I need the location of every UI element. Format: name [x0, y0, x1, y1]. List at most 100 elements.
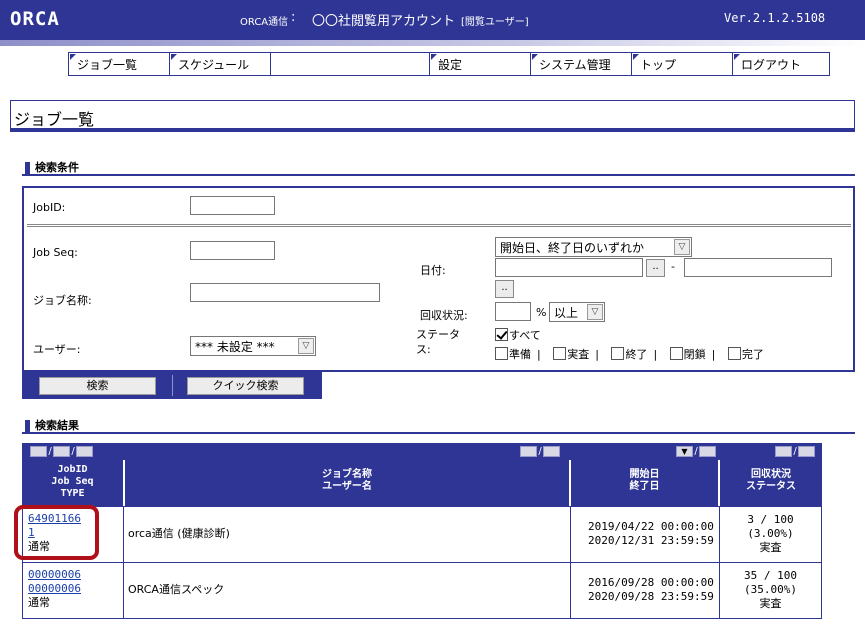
nav-top[interactable]: トップ: [632, 53, 733, 75]
date-range-dash: -: [671, 260, 675, 273]
jobid-link[interactable]: 00000006: [28, 568, 123, 582]
user-select[interactable]: *** 未設定 *** ▽: [190, 336, 316, 356]
status-ended-checkbox[interactable]: [611, 347, 625, 360]
status-complete-checkbox[interactable]: [727, 347, 741, 360]
nav-label: 設定: [438, 58, 463, 72]
search-form: JobID: Job Seq: ジョブ名称: ユーザー: *** 未設定 ***…: [22, 186, 855, 372]
col-header-status: 回収状況 ステータス: [720, 460, 822, 506]
tab-corner-icon: [734, 54, 740, 60]
tab-corner-icon: [633, 54, 639, 60]
status-separator: |: [537, 348, 541, 361]
table-row-1-name: orca通信 (健康診断): [123, 506, 571, 563]
status-all-checkbox[interactable]: [495, 328, 508, 341]
start-datetime: 2016/09/28 00:00:00: [588, 576, 714, 589]
jobid-label: JobID:: [33, 201, 66, 214]
nav-schedule[interactable]: スケジュール: [170, 53, 271, 75]
jobname-input[interactable]: [190, 283, 380, 302]
status-prep-checkbox[interactable]: [495, 347, 508, 360]
col-header-id: JobID Job Seq TYPE: [22, 460, 123, 506]
sort-start-button[interactable]: ▼: [676, 446, 693, 457]
date-from-picker-button[interactable]: ..: [646, 259, 665, 277]
app-header: ORCA ORCA通信 : 〇〇社閲覧用アカウント [閲覧ユーザー] Ver.2…: [0, 0, 865, 46]
start-datetime: 2019/04/22 00:00:00: [588, 520, 714, 533]
jobseq-label: Job Seq:: [33, 246, 78, 259]
collect-rate: (35.00%): [744, 583, 797, 596]
nav-label: システム管理: [539, 58, 611, 72]
status-separator: |: [653, 348, 658, 361]
collect-mode-select[interactable]: 以上 ▽: [549, 302, 605, 322]
status-closed-checkbox[interactable]: [669, 347, 683, 360]
collect-count: 35 / 100: [744, 569, 797, 582]
search-section-title: 検索条件: [22, 161, 855, 176]
jobid-input[interactable]: [190, 196, 275, 215]
status-options: 準備 | 実査 | 終了 | 閉鎖 | 完了: [495, 346, 770, 362]
nav-system-admin[interactable]: システム管理: [531, 53, 632, 75]
quick-search-button[interactable]: クイック検索: [187, 377, 304, 395]
col-header-end: 終了日: [629, 481, 660, 492]
col-header-jobid: JobID: [57, 464, 88, 475]
date-to-input[interactable]: [684, 258, 832, 277]
status-separator: |: [711, 348, 716, 361]
sort-user-button[interactable]: [543, 446, 560, 457]
end-datetime: 2020/09/28 23:59:59: [588, 590, 714, 603]
col-header-collect: 回収状況: [751, 469, 791, 480]
status-complete-label: 完了: [741, 348, 764, 361]
results-section-title: 検索結果: [22, 419, 855, 434]
status-fielding-label: 実査: [567, 348, 590, 361]
tab-corner-icon: [70, 54, 76, 60]
collect-rate-input[interactable]: [495, 302, 531, 321]
jobseq-input[interactable]: [190, 241, 275, 260]
table-row-2-status: 35 / 100 (35.00%) 実査: [719, 562, 822, 619]
status-all-option[interactable]: すべて: [495, 327, 541, 343]
sort-status-button[interactable]: [798, 446, 815, 457]
user-label: ユーザー:: [33, 343, 81, 356]
highlight-annotation: [14, 505, 99, 560]
col-header-jobseq: Job Seq: [51, 476, 94, 487]
job-status: 実査: [759, 597, 782, 610]
job-name: ORCA通信スペック: [128, 583, 225, 596]
status-closed-label: 閉鎖: [683, 348, 706, 361]
nav-job-list[interactable]: ジョブ一覧: [69, 53, 170, 75]
job-name: orca通信 (健康診断): [128, 527, 230, 540]
date-mode-select[interactable]: 開始日、終了日のいずれか ▽: [495, 237, 692, 257]
sort-name-button[interactable]: [520, 446, 537, 457]
nav-settings[interactable]: 設定: [430, 53, 531, 75]
status-fielding-checkbox[interactable]: [553, 347, 567, 360]
collect-label: 回収状況:: [420, 309, 468, 322]
search-button[interactable]: 検索: [39, 377, 156, 395]
sort-collect-button[interactable]: [775, 446, 792, 457]
col-header-period: 開始日 終了日: [571, 460, 718, 506]
collect-mode-value: 以上: [554, 306, 579, 320]
nav-logout[interactable]: ログアウト: [733, 53, 829, 75]
table-row-2-period: 2016/09/28 00:00:00 2020/09/28 23:59:59: [570, 562, 720, 619]
status-ended-label: 終了: [625, 348, 648, 361]
orca-logo: ORCA: [10, 8, 60, 30]
sort-controls-period: ▼ /: [676, 446, 716, 457]
sort-header-bar: / / / ▼ / /: [22, 443, 822, 460]
sort-jobseq-button[interactable]: [53, 446, 70, 457]
jobseq-link[interactable]: 00000006: [28, 582, 123, 596]
sort-end-button[interactable]: [699, 446, 716, 457]
collect-rate: (3.00%): [747, 527, 794, 540]
app-name: ORCA通信: [240, 17, 289, 28]
page-title: ジョブ一覧: [10, 100, 855, 132]
date-from-input[interactable]: [495, 258, 643, 277]
collect-count: 3 / 100: [747, 513, 794, 526]
col-header-jobstatus: ステータス: [746, 481, 796, 492]
date-to-picker-button[interactable]: ..: [495, 280, 514, 298]
account-name: 〇〇社閲覧用アカウント: [312, 14, 456, 29]
table-row-2-id: 00000006 00000006 通常: [22, 562, 124, 619]
col-header-jobname: ジョブ名称: [322, 469, 372, 480]
status-separator: |: [595, 348, 599, 361]
tab-corner-icon: [532, 54, 538, 60]
table-row-2-name: ORCA通信スペック: [123, 562, 571, 619]
status-all-label: すべて: [509, 329, 541, 342]
percent-sign: %: [536, 306, 547, 319]
chevron-down-icon: ▽: [587, 304, 603, 320]
sort-jobid-button[interactable]: [30, 446, 47, 457]
sort-type-button[interactable]: [76, 446, 93, 457]
main-nav: ジョブ一覧 スケジュール 設定 システム管理 トップ ログアウト: [68, 52, 830, 76]
chevron-down-icon: ▽: [298, 338, 314, 354]
tab-corner-icon: [171, 54, 177, 60]
job-type: 通常: [28, 596, 50, 609]
